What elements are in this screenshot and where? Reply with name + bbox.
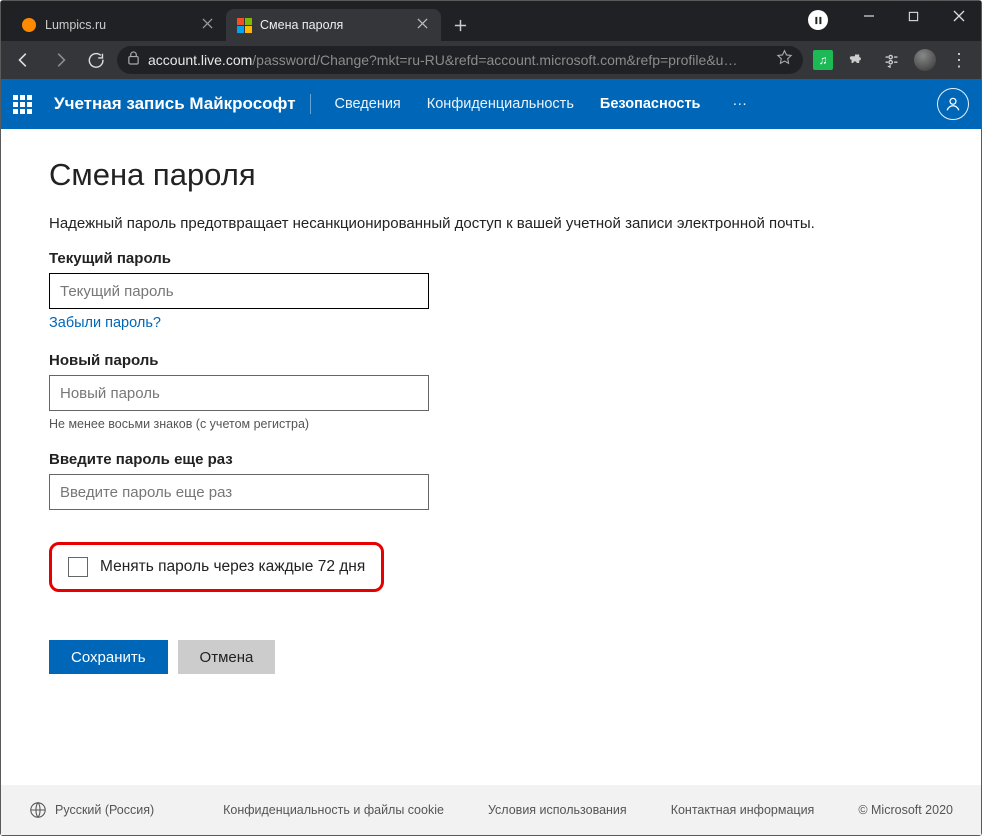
new-password-input[interactable] xyxy=(49,375,429,411)
account-icon[interactable] xyxy=(937,88,969,120)
close-icon[interactable] xyxy=(202,18,216,32)
forward-button[interactable] xyxy=(45,45,75,75)
nav-more-icon[interactable]: ··· xyxy=(732,96,747,112)
browser-menu-button[interactable]: ⋮ xyxy=(945,46,973,74)
password-hint: Не менее восьми знаков (с учетом регистр… xyxy=(49,417,933,431)
page-content: Смена пароля Надежный пароль предотвраща… xyxy=(1,129,981,785)
repeat-password-group: Введите пароль еще раз xyxy=(49,451,933,510)
browser-tabs: Lumpics.ru Смена пароля xyxy=(1,1,479,41)
reload-button[interactable] xyxy=(81,45,111,75)
current-password-input[interactable] xyxy=(49,273,429,309)
extension-music-icon[interactable]: ♫ xyxy=(809,46,837,74)
forgot-password-link[interactable]: Забыли пароль? xyxy=(49,315,161,331)
url-field[interactable]: account.live.com/password/Change?mkt=ru-… xyxy=(117,46,803,74)
globe-icon xyxy=(29,801,47,819)
extensions-icon[interactable] xyxy=(843,46,871,74)
language-selector[interactable]: Русский (Россия) xyxy=(29,801,154,819)
new-password-group: Новый пароль Не менее восьми знаков (с у… xyxy=(49,352,933,431)
footer-copyright: © Microsoft 2020 xyxy=(858,803,953,817)
rotate-password-label: Менять пароль через каждые 72 дня xyxy=(100,558,365,576)
close-icon[interactable] xyxy=(417,18,431,32)
tab-title: Lumpics.ru xyxy=(45,18,194,32)
current-password-label: Текущий пароль xyxy=(49,250,933,267)
footer-contact-link[interactable]: Контактная информация xyxy=(671,803,815,817)
close-window-button[interactable] xyxy=(936,1,981,31)
highlighted-checkbox-area: Менять пароль через каждые 72 дня xyxy=(49,542,384,592)
profile-avatar[interactable] xyxy=(911,46,939,74)
bookmark-star-icon[interactable] xyxy=(776,49,793,71)
nav-info[interactable]: Сведения xyxy=(335,96,401,112)
window-controls xyxy=(808,1,981,41)
rotate-password-checkbox[interactable] xyxy=(68,557,88,577)
tab-favicon-microsoft xyxy=(236,17,252,33)
browser-address-bar: account.live.com/password/Change?mkt=ru-… xyxy=(1,41,981,79)
tab-change-password[interactable]: Смена пароля xyxy=(226,9,441,41)
form-actions: Сохранить Отмена xyxy=(49,640,933,674)
maximize-button[interactable] xyxy=(891,1,936,31)
repeat-password-input[interactable] xyxy=(49,474,429,510)
media-control-icon[interactable] xyxy=(877,46,905,74)
footer-privacy-link[interactable]: Конфиденциальность и файлы cookie xyxy=(223,803,444,817)
tab-favicon-lumpics xyxy=(21,17,37,33)
page-description: Надежный пароль предотвращает несанкцион… xyxy=(49,215,933,232)
url-text: account.live.com/password/Change?mkt=ru-… xyxy=(148,52,768,68)
ms-header: Учетная запись Майкрософт Сведения Конфи… xyxy=(1,79,981,129)
save-button[interactable]: Сохранить xyxy=(49,640,168,674)
footer-terms-link[interactable]: Условия использования xyxy=(488,803,627,817)
page-footer: Русский (Россия) Конфиденциальность и фа… xyxy=(1,785,981,835)
tab-title: Смена пароля xyxy=(260,18,409,32)
cancel-button[interactable]: Отмена xyxy=(178,640,276,674)
media-paused-icon[interactable] xyxy=(808,10,828,30)
brand-title[interactable]: Учетная запись Майкрософт xyxy=(54,94,311,114)
header-nav: Сведения Конфиденциальность Безопасность… xyxy=(335,96,747,112)
nav-security[interactable]: Безопасность xyxy=(600,96,701,112)
lock-icon xyxy=(127,50,140,70)
nav-privacy[interactable]: Конфиденциальность xyxy=(427,96,574,112)
current-password-group: Текущий пароль Забыли пароль? xyxy=(49,250,933,332)
page-title: Смена пароля xyxy=(49,157,933,193)
new-tab-button[interactable] xyxy=(447,12,473,38)
app-launcher-icon[interactable] xyxy=(13,95,32,114)
footer-links: Конфиденциальность и файлы cookie Услови… xyxy=(223,803,953,817)
back-button[interactable] xyxy=(9,45,39,75)
language-label: Русский (Россия) xyxy=(55,803,154,817)
minimize-button[interactable] xyxy=(846,1,891,31)
new-password-label: Новый пароль xyxy=(49,352,933,369)
tab-lumpics[interactable]: Lumpics.ru xyxy=(11,9,226,41)
repeat-password-label: Введите пароль еще раз xyxy=(49,451,933,468)
browser-titlebar: Lumpics.ru Смена пароля xyxy=(1,1,981,41)
